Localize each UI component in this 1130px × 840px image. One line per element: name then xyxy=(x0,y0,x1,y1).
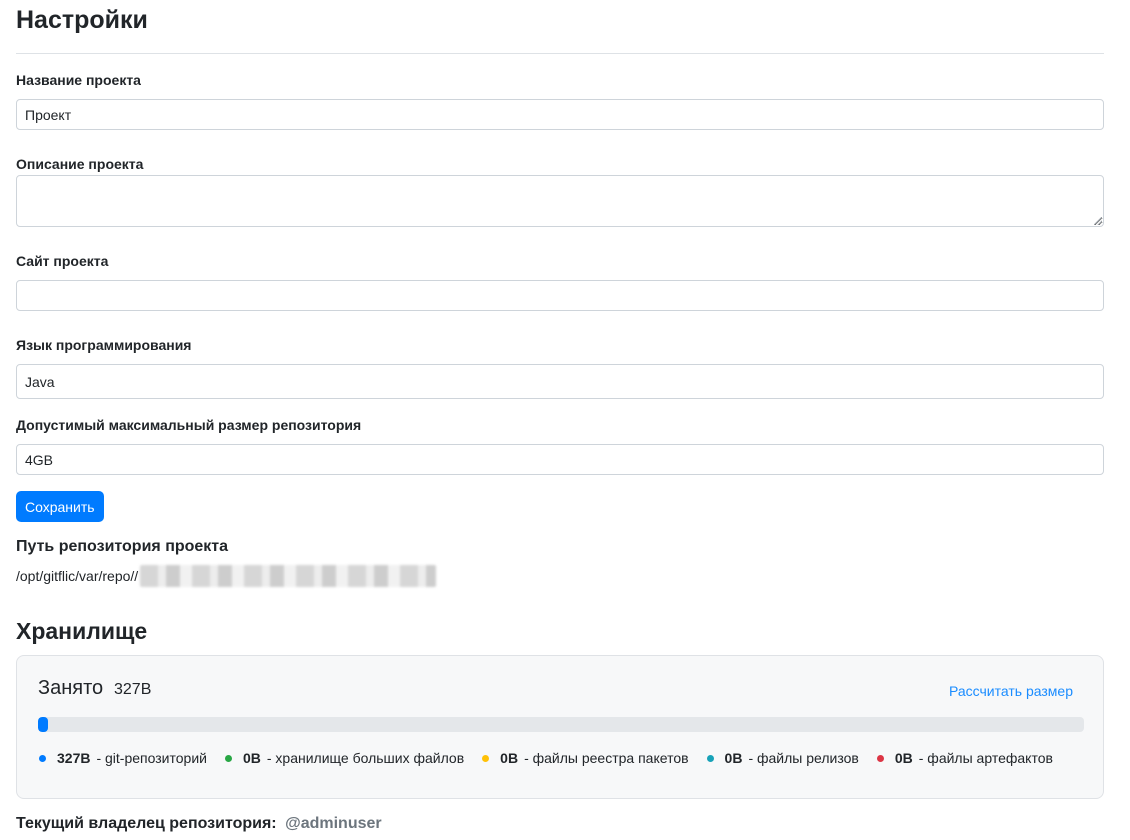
legend-value: 0B xyxy=(500,750,519,766)
repo-owner-user[interactable]: @adminuser xyxy=(285,815,382,832)
repo-owner-label: Текущий владелец репозитория: xyxy=(16,815,277,832)
legend-label: - файлы артефактов xyxy=(918,750,1053,766)
legend-dot-icon xyxy=(39,754,46,762)
repo-owner: Текущий владелец репозитория: @adminuser xyxy=(16,815,382,833)
storage-title: Хранилище xyxy=(16,618,148,644)
legend-value: 327B xyxy=(57,750,91,766)
project-name-label: Название проекта xyxy=(16,72,141,88)
max-size-label: Допустимый максимальный размер репозитор… xyxy=(16,417,362,433)
legend-dot-icon xyxy=(224,754,232,762)
page-title: Настройки xyxy=(16,6,148,34)
legend-item-packages: 0B - файлы реестра пакетов xyxy=(482,750,689,766)
title-divider xyxy=(16,53,1104,54)
legend-item-git: 327B - git-репозиторий xyxy=(39,750,207,766)
legend-dot-icon xyxy=(482,754,490,762)
legend-value: 0B xyxy=(894,750,913,766)
project-description-textarea[interactable] xyxy=(16,175,1104,227)
storage-progress-fill xyxy=(38,717,49,732)
max-size-input[interactable] xyxy=(16,444,1104,475)
storage-used-value: 327B xyxy=(114,681,152,698)
legend-value: 0B xyxy=(724,750,743,766)
redacted-path-blur xyxy=(140,565,437,587)
save-button[interactable]: Сохранить xyxy=(16,491,104,522)
legend-label: - файлы релизов xyxy=(748,750,859,766)
storage-progress-bar xyxy=(38,717,1084,732)
project-description-wrapper xyxy=(16,175,1104,227)
project-site-label: Сайт проекта xyxy=(16,253,109,269)
language-select[interactable] xyxy=(16,364,1104,399)
legend-item-artifacts: 0B - файлы артефактов xyxy=(876,750,1053,766)
legend-label: - хранилище больших файлов xyxy=(266,750,465,766)
legend-label: - git-репозиторий xyxy=(96,750,207,766)
legend-label: - файлы реестра пакетов xyxy=(524,750,689,766)
calculate-size-link[interactable]: Рассчитать размер xyxy=(949,683,1073,699)
repo-path-title: Путь репозитория проекта xyxy=(16,538,229,555)
legend-value: 0B xyxy=(242,750,261,766)
repo-path: /opt/gitflic/var/repo// xyxy=(16,565,437,587)
project-name-input[interactable] xyxy=(16,99,1104,130)
legend-dot-icon xyxy=(706,754,714,762)
storage-legend: 327B - git-репозиторий 0B - хранилище бо… xyxy=(39,750,1071,766)
resize-handle-icon[interactable] xyxy=(1094,217,1102,225)
project-description-label: Описание проекта xyxy=(16,156,144,172)
project-site-input[interactable] xyxy=(16,280,1104,311)
repo-path-prefix: /opt/gitflic/var/repo// xyxy=(16,568,139,584)
language-label: Язык программирования xyxy=(16,337,192,353)
legend-item-lfs: 0B - хранилище больших файлов xyxy=(224,750,465,766)
legend-item-releases: 0B - файлы релизов xyxy=(706,750,859,766)
storage-used-label: Занято xyxy=(38,677,104,699)
legend-dot-icon xyxy=(876,754,884,762)
storage-card: Занято 327B Рассчитать размер 327B - git… xyxy=(16,655,1104,799)
